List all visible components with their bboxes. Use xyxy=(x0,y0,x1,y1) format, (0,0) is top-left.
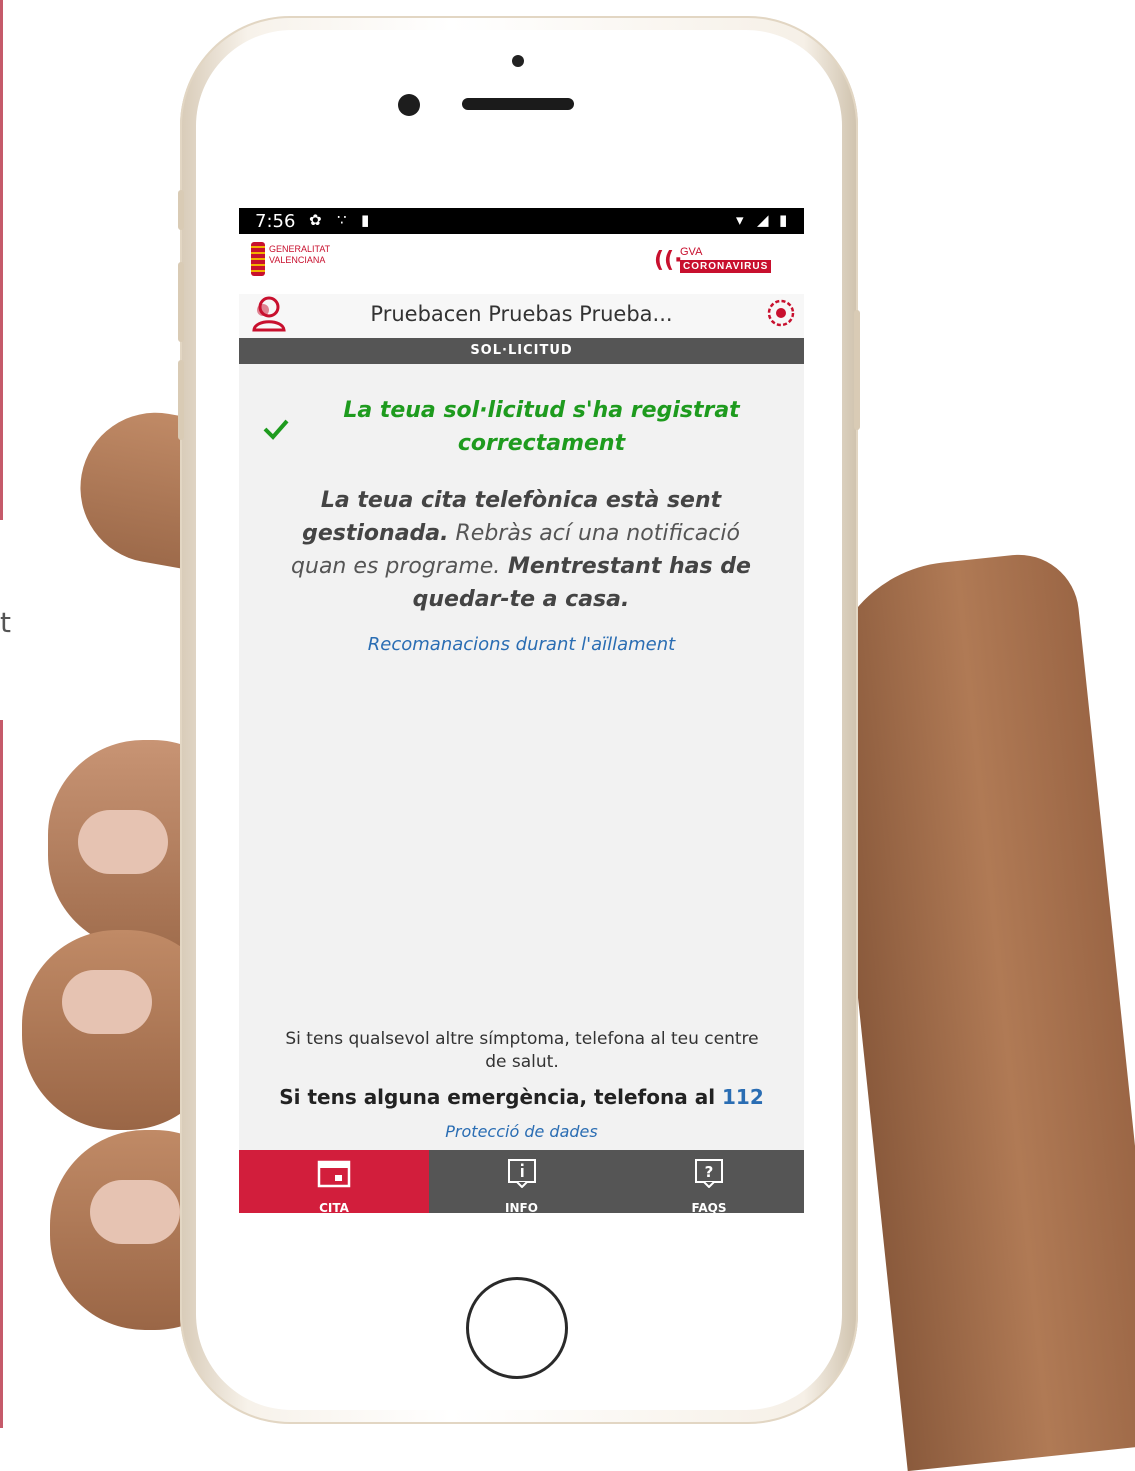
fingernail xyxy=(90,1180,180,1244)
brand-header: GENERALITAT VALENCIANA ((· GVA CORONAVIR… xyxy=(239,234,804,294)
bottom-tab-bar: CITA INFO ? FAQS xyxy=(239,1150,804,1213)
logo-coronavirus-text: CORONAVIRUS xyxy=(680,260,772,273)
broadcast-icon: ((· xyxy=(654,248,683,273)
logo-line-1: GENERALITAT xyxy=(269,244,331,254)
fingernail xyxy=(62,970,152,1034)
phone-speaker xyxy=(462,98,574,110)
phone-power-button xyxy=(854,310,860,430)
signal-status-icon: ∵ xyxy=(337,211,347,229)
user-bar: Pruebacen Pruebas Prueba... xyxy=(239,294,804,338)
emergency-note: Si tens alguna emergència, telefona al 1… xyxy=(239,1085,804,1109)
generalitat-emblem-icon xyxy=(251,242,265,276)
logo-gva-text: GVA xyxy=(680,246,703,258)
wifi-status-icon: ▾ xyxy=(736,211,744,229)
generalitat-logo: GENERALITAT VALENCIANA xyxy=(251,242,361,282)
settings-status-icon: ✿ xyxy=(309,211,322,229)
tab-faqs[interactable]: ? FAQS xyxy=(614,1150,804,1213)
sdcard-status-icon: ▮ xyxy=(361,211,370,229)
page-edge-bar-top xyxy=(0,0,3,520)
hand-palm xyxy=(813,548,1135,1471)
emergency-number-link[interactable]: 112 xyxy=(722,1085,764,1109)
calendar-icon xyxy=(317,1160,351,1188)
symptom-note: Si tens qualsevol altre símptoma, telefo… xyxy=(285,1029,759,1072)
battery-icon: ▮ xyxy=(779,211,788,229)
emergency-text: Si tens alguna emergència, telefona al xyxy=(279,1085,723,1109)
status-time: 7:56 xyxy=(255,211,296,232)
section-title: SOL·LICITUD xyxy=(239,338,804,364)
gva-coronavirus-logo: ((· GVA CORONAVIRUS xyxy=(654,246,794,280)
question-icon: ? xyxy=(695,1159,723,1188)
fingernail xyxy=(78,810,168,874)
gear-icon[interactable] xyxy=(764,296,798,330)
logo-line-2: VALENCIANA xyxy=(269,255,326,265)
recommendations-link[interactable]: Recomanacions durant l'aïllament xyxy=(239,634,804,655)
user-name: Pruebacen Pruebas Prueba... xyxy=(370,302,673,326)
status-bar: 7:56 ✿ ∵ ▮ ▾ ◢ ▮ xyxy=(239,208,804,234)
tab-label: CITA xyxy=(319,1201,349,1213)
info-icon xyxy=(507,1159,536,1188)
phone-volume-up xyxy=(178,262,184,342)
privacy-link[interactable]: Protecció de dades xyxy=(239,1122,804,1141)
svg-text:?: ? xyxy=(705,1163,714,1181)
page-edge-bar-bottom xyxy=(0,720,3,1428)
phone-home-button[interactable] xyxy=(466,1277,568,1379)
phone-side-button xyxy=(178,190,184,230)
phone-front-camera xyxy=(398,94,420,116)
phone-volume-down xyxy=(178,360,184,440)
cell-signal-icon: ◢ xyxy=(757,211,769,229)
phone-sensor xyxy=(512,55,524,67)
check-icon xyxy=(263,419,289,440)
success-message: La teua sol·licitud s'ha registrat corre… xyxy=(343,398,740,456)
tab-label: INFO xyxy=(505,1201,538,1213)
app-screen: 7:56 ✿ ∵ ▮ ▾ ◢ ▮ GENERALITAT VALENCIANA … xyxy=(239,208,804,1213)
tab-label: FAQS xyxy=(691,1201,727,1213)
tab-cita[interactable]: CITA xyxy=(239,1150,429,1213)
appointment-message: La teua cita telefònica està sent gestio… xyxy=(271,484,771,616)
page-edge-text: t xyxy=(0,606,11,639)
tab-info[interactable]: INFO xyxy=(429,1150,614,1213)
